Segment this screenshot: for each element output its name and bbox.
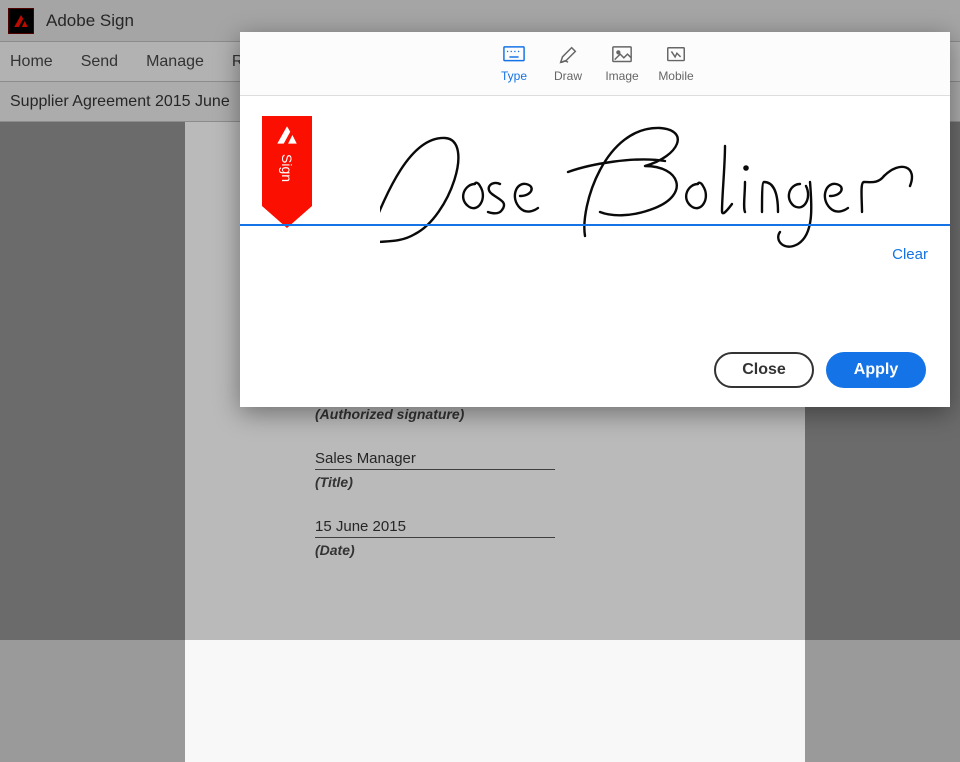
signature-preview[interactable]: [380, 116, 930, 256]
tab-image[interactable]: Image: [599, 45, 645, 83]
adobe-icon: [274, 122, 300, 148]
tab-image-label: Image: [605, 69, 638, 83]
close-button[interactable]: Close: [714, 352, 814, 388]
pen-icon: [557, 45, 579, 65]
modal-body: Sign: [240, 96, 950, 333]
clear-signature-link[interactable]: Clear: [892, 246, 928, 263]
tab-mobile[interactable]: Mobile: [653, 45, 699, 83]
image-icon: [611, 45, 633, 65]
tab-type[interactable]: Type: [491, 45, 537, 83]
keyboard-icon: [503, 45, 525, 65]
sign-here-tag: Sign: [262, 116, 312, 228]
signature-mode-tabs: Type Draw Image Mobile: [240, 32, 950, 96]
signature-baseline: [240, 224, 950, 226]
tab-mobile-label: Mobile: [658, 69, 693, 83]
tab-draw[interactable]: Draw: [545, 45, 591, 83]
tab-draw-label: Draw: [554, 69, 582, 83]
signature-modal: Type Draw Image Mobile Sign: [240, 32, 950, 407]
modal-footer: Close Apply: [240, 333, 950, 407]
tab-type-label: Type: [501, 69, 527, 83]
apply-button[interactable]: Apply: [826, 352, 926, 388]
sign-badge-label: Sign: [279, 154, 295, 182]
mobile-icon: [665, 45, 687, 65]
